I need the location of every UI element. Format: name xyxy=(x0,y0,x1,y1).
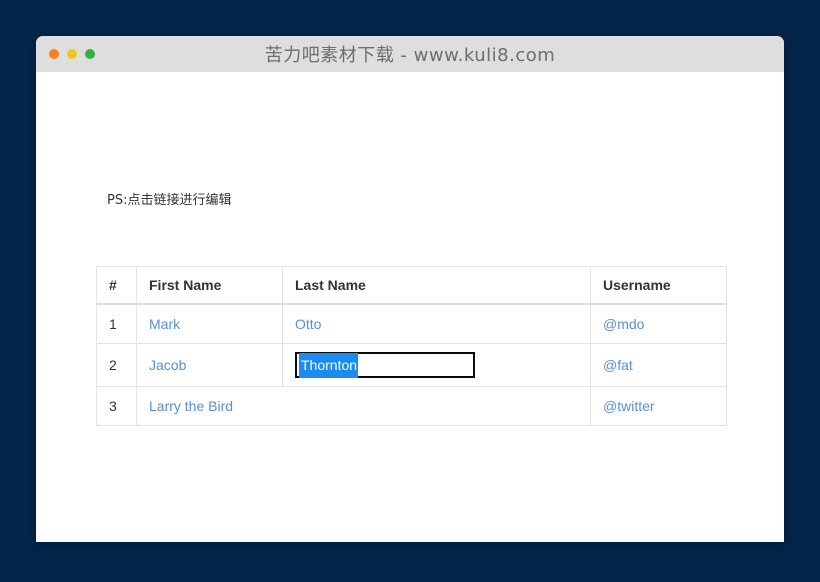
last-name-cell: Otto xyxy=(282,303,591,344)
column-header-first-name: First Name xyxy=(136,266,283,305)
window-title-bar: 苦力吧素材下载 - www.kuli8.com xyxy=(36,36,784,72)
column-header-last-name: Last Name xyxy=(282,266,591,305)
last-name-edit-input[interactable]: Thornton xyxy=(295,352,475,378)
first-name-link[interactable]: Jacob xyxy=(149,357,186,373)
username-link[interactable]: @twitter xyxy=(603,398,655,414)
full-name-link[interactable]: Larry the Bird xyxy=(149,398,233,414)
window-title: 苦力吧素材下载 - www.kuli8.com xyxy=(264,45,556,66)
username-cell: @twitter xyxy=(590,386,727,426)
browser-window: 苦力吧素材下载 - www.kuli8.com PS:点击链接进行编辑 # Fi… xyxy=(36,36,784,542)
instruction-note: PS:点击链接进行编辑 xyxy=(107,193,232,208)
table-row: 1 Mark Otto @mdo xyxy=(96,303,727,344)
table-header-row: # First Name Last Name Username xyxy=(96,266,727,305)
username-cell: @mdo xyxy=(590,303,727,344)
table-row: 2 Jacob Thornton @fat xyxy=(96,343,727,387)
full-name-cell: Larry the Bird xyxy=(136,386,591,426)
table-row: 3 Larry the Bird @twitter xyxy=(96,386,727,426)
username-cell: @fat xyxy=(590,343,727,387)
column-header-number: # xyxy=(96,266,137,305)
column-header-username: Username xyxy=(590,266,727,305)
username-link[interactable]: @mdo xyxy=(603,316,644,332)
last-name-edit-value: Thornton xyxy=(299,352,359,378)
username-link[interactable]: @fat xyxy=(603,357,633,373)
last-name-link[interactable]: Otto xyxy=(295,316,321,332)
maximize-window-button[interactable] xyxy=(85,49,95,59)
traffic-light-controls xyxy=(49,49,95,59)
row-number-cell: 1 xyxy=(96,303,137,344)
first-name-cell: Jacob xyxy=(136,343,283,387)
minimize-window-button[interactable] xyxy=(67,49,77,59)
first-name-cell: Mark xyxy=(136,303,283,344)
table-header: # First Name Last Name Username xyxy=(96,266,727,305)
user-table: # First Name Last Name Username 1 Mark O… xyxy=(96,266,727,426)
table-body: 1 Mark Otto @mdo 2 Jacob Thornton @fat 3… xyxy=(96,303,727,426)
close-window-button[interactable] xyxy=(49,49,59,59)
last-name-cell: Thornton xyxy=(282,343,591,387)
row-number-cell: 2 xyxy=(96,343,137,387)
first-name-link[interactable]: Mark xyxy=(149,316,180,332)
page-content: PS:点击链接进行编辑 # First Name Last Name Usern… xyxy=(36,72,784,542)
row-number-cell: 3 xyxy=(96,386,137,426)
